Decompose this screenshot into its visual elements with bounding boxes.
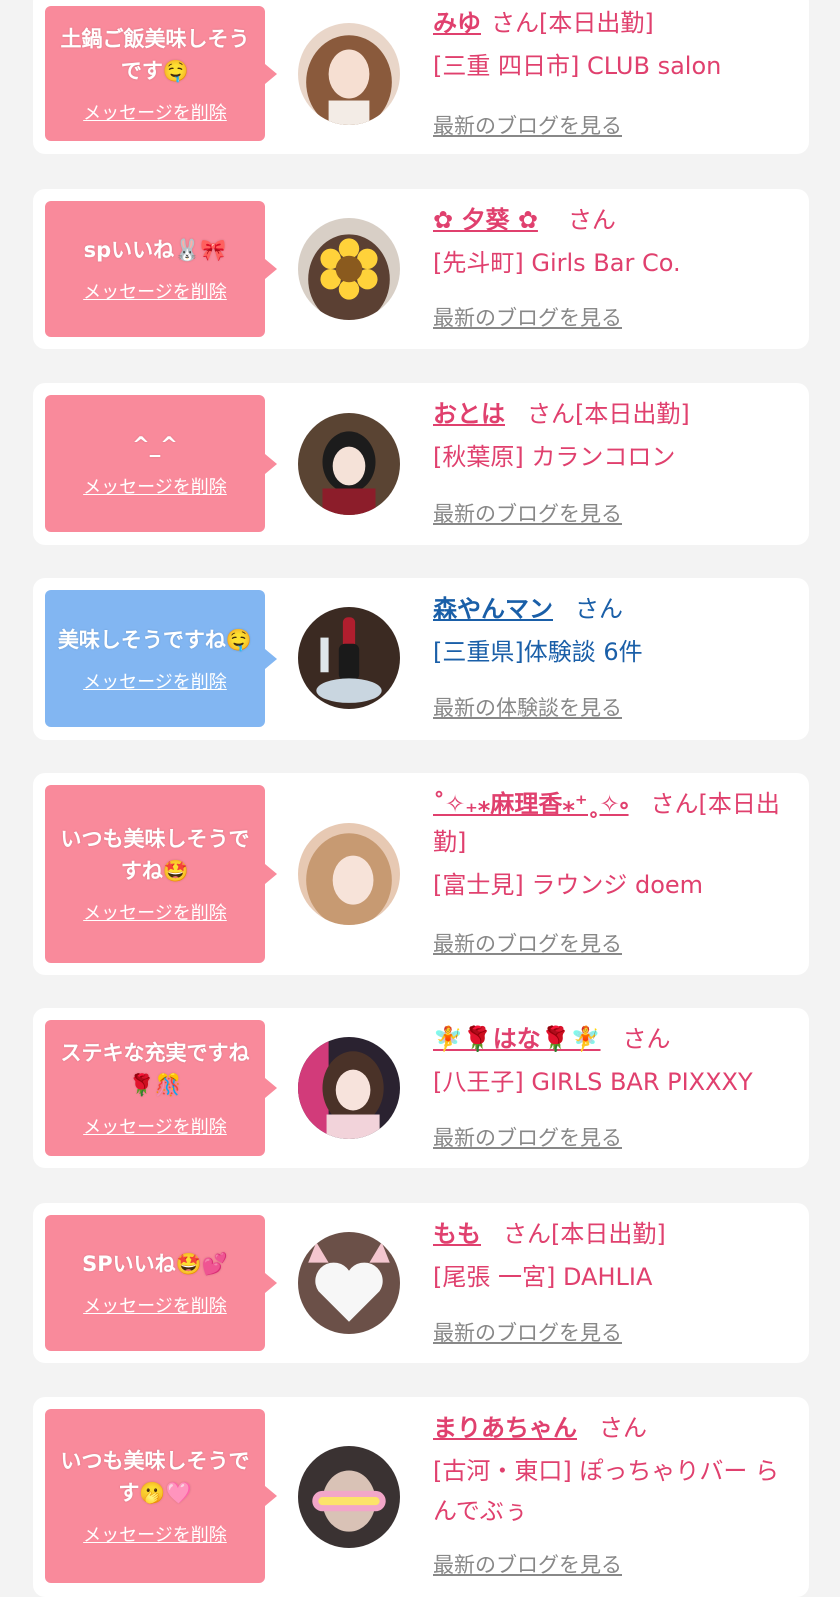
message-card: SPいいね🤩💕 メッセージを削除 もも さん[本日出勤] [尾張 一宮] DAHL… <box>33 1203 809 1363</box>
avatar[interactable] <box>298 607 400 709</box>
message-text: いつも美味しそうですね🤩 <box>60 827 250 883</box>
message-bubble: SPいいね🤩💕 メッセージを削除 <box>45 1215 277 1351</box>
message-card: ステキな充実ですね🌹🎊 メッセージを削除 🧚🌹はな🌹🧚 さん [八王子] GIRL… <box>33 1008 809 1168</box>
latest-blog-link[interactable]: 最新のブログを見る <box>433 302 622 332</box>
shop-info: [富士見] ラウンジ doem <box>433 871 704 899</box>
delete-message-link[interactable]: メッセージを削除 <box>83 473 227 499</box>
girl-photo-icon <box>298 23 400 125</box>
cast-name-link[interactable]: おとは <box>433 400 505 428</box>
message-card: いつも美味しそうですね🤩 メッセージを削除 ˚✧₊⁎麻理香⁎⁺˳✧༚ さん[本日出… <box>33 773 809 975</box>
message-card: 土鍋ご飯美味しそうです🤤 メッセージを削除 みゆ さん[本日出勤] [三重 四日市… <box>33 0 809 154</box>
message-bubble: いつも美味しそうですね🤩 メッセージを削除 <box>45 785 277 963</box>
message-bubble: spいいね🐰🎀 メッセージを削除 <box>45 201 277 337</box>
avatar[interactable] <box>298 218 400 320</box>
message-card: いつも美味しそうです🫢🩷 メッセージを削除 まりあちゃん さん [古河・東口] ぽ… <box>33 1397 809 1597</box>
happy-sticker-photo-icon <box>298 1446 400 1548</box>
heart-sticker-photo-icon <box>298 1232 400 1334</box>
latest-blog-link[interactable]: 最新のブログを見る <box>433 1549 622 1579</box>
message-text: 土鍋ご飯美味しそうです🤤 <box>60 26 250 83</box>
champagne-photo-icon <box>298 607 400 709</box>
cast-name-link[interactable]: 森やんマン <box>433 595 553 623</box>
shop-info: [先斗町] Girls Bar Co. <box>433 249 681 277</box>
shop-info: [三重 四日市] CLUB salon <box>433 52 722 80</box>
shop-info: [秋葉原] カランコロン <box>433 443 676 471</box>
message-bubble: ステキな充実ですね🌹🎊 メッセージを削除 <box>45 1020 277 1156</box>
latest-blog-link[interactable]: 最新のブログを見る <box>433 1122 622 1152</box>
message-text: ステキな充実ですね🌹🎊 <box>60 1041 250 1097</box>
latest-experience-link[interactable]: 最新の体験談を見る <box>433 692 622 722</box>
avatar[interactable] <box>298 23 400 125</box>
delete-message-link[interactable]: メッセージを削除 <box>83 899 227 925</box>
message-text: spいいね🐰🎀 <box>83 238 227 262</box>
name-suffix: さん[本日出勤] <box>527 400 690 428</box>
message-card: ^_^ メッセージを削除 おとは さん[本日出勤] [秋葉原] カランコロン 最新… <box>33 383 809 545</box>
message-text: いつも美味しそうです🫢🩷 <box>60 1449 250 1505</box>
shop-info: [八王子] GIRLS BAR PIXXXY <box>433 1068 753 1096</box>
cast-name-link[interactable]: 🧚🌹はな🌹🧚 <box>433 1025 601 1053</box>
name-suffix: さん <box>567 206 616 234</box>
delete-message-link[interactable]: メッセージを削除 <box>83 1113 227 1139</box>
cast-name-link[interactable]: もも <box>433 1220 481 1248</box>
delete-message-link[interactable]: メッセージを削除 <box>83 278 227 304</box>
name-suffix: さん <box>622 1025 671 1053</box>
latest-blog-link[interactable]: 最新のブログを見る <box>433 110 622 140</box>
girl-photo-icon <box>298 823 400 925</box>
cast-name-link[interactable]: まりあちゃん <box>433 1414 577 1442</box>
girl-photo-icon <box>298 1037 400 1139</box>
girl-photo-icon <box>298 413 400 515</box>
avatar[interactable] <box>298 1232 400 1334</box>
avatar[interactable] <box>298 823 400 925</box>
cast-name-link[interactable]: ✿ 夕葵 ✿ <box>433 206 538 234</box>
sunflower-sticker-photo-icon <box>298 218 400 320</box>
latest-blog-link[interactable]: 最新のブログを見る <box>433 928 622 958</box>
message-card: spいいね🐰🎀 メッセージを削除 ✿ 夕葵 ✿ さん [先斗町] Girls Ba… <box>33 189 809 349</box>
message-list: 土鍋ご飯美味しそうです🤤 メッセージを削除 みゆ さん[本日出勤] [三重 四日市… <box>0 0 840 1597</box>
name-suffix: さん[本日出勤] <box>491 9 654 37</box>
avatar[interactable] <box>298 413 400 515</box>
shop-info: [三重県]体験談 6件 <box>433 638 643 666</box>
message-bubble: 美味しそうですね🤤 メッセージを削除 <box>45 590 277 727</box>
avatar[interactable] <box>298 1446 400 1548</box>
message-bubble: いつも美味しそうです🫢🩷 メッセージを削除 <box>45 1409 277 1583</box>
latest-blog-link[interactable]: 最新のブログを見る <box>433 498 622 528</box>
name-suffix: さん <box>599 1414 647 1442</box>
delete-message-link[interactable]: メッセージを削除 <box>83 99 227 125</box>
cast-name-link[interactable]: みゆ <box>433 9 481 37</box>
shop-info: [尾張 一宮] DAHLIA <box>433 1263 653 1291</box>
name-suffix: さん[本日出勤] <box>503 1220 666 1248</box>
message-bubble: ^_^ メッセージを削除 <box>45 395 277 532</box>
delete-message-link[interactable]: メッセージを削除 <box>83 1521 227 1547</box>
cast-name-link[interactable]: ˚✧₊⁎麻理香⁎⁺˳✧༚ <box>433 790 629 818</box>
shop-info: [古河・東口] ぽっちゃりバー らんでぶぅ <box>433 1457 779 1525</box>
delete-message-link[interactable]: メッセージを削除 <box>83 1292 227 1318</box>
latest-blog-link[interactable]: 最新のブログを見る <box>433 1317 622 1347</box>
message-text: SPいいね🤩💕 <box>82 1252 228 1276</box>
delete-message-link[interactable]: メッセージを削除 <box>83 668 227 694</box>
message-card: 美味しそうですね🤤 メッセージを削除 森やんマン さん [三重県]体験談 6件 最… <box>33 578 809 740</box>
name-suffix: さん <box>575 595 623 623</box>
message-text: ^_^ <box>132 432 178 457</box>
message-bubble: 土鍋ご飯美味しそうです🤤 メッセージを削除 <box>45 6 277 141</box>
message-text: 美味しそうですね🤤 <box>57 627 253 652</box>
avatar[interactable] <box>298 1037 400 1139</box>
